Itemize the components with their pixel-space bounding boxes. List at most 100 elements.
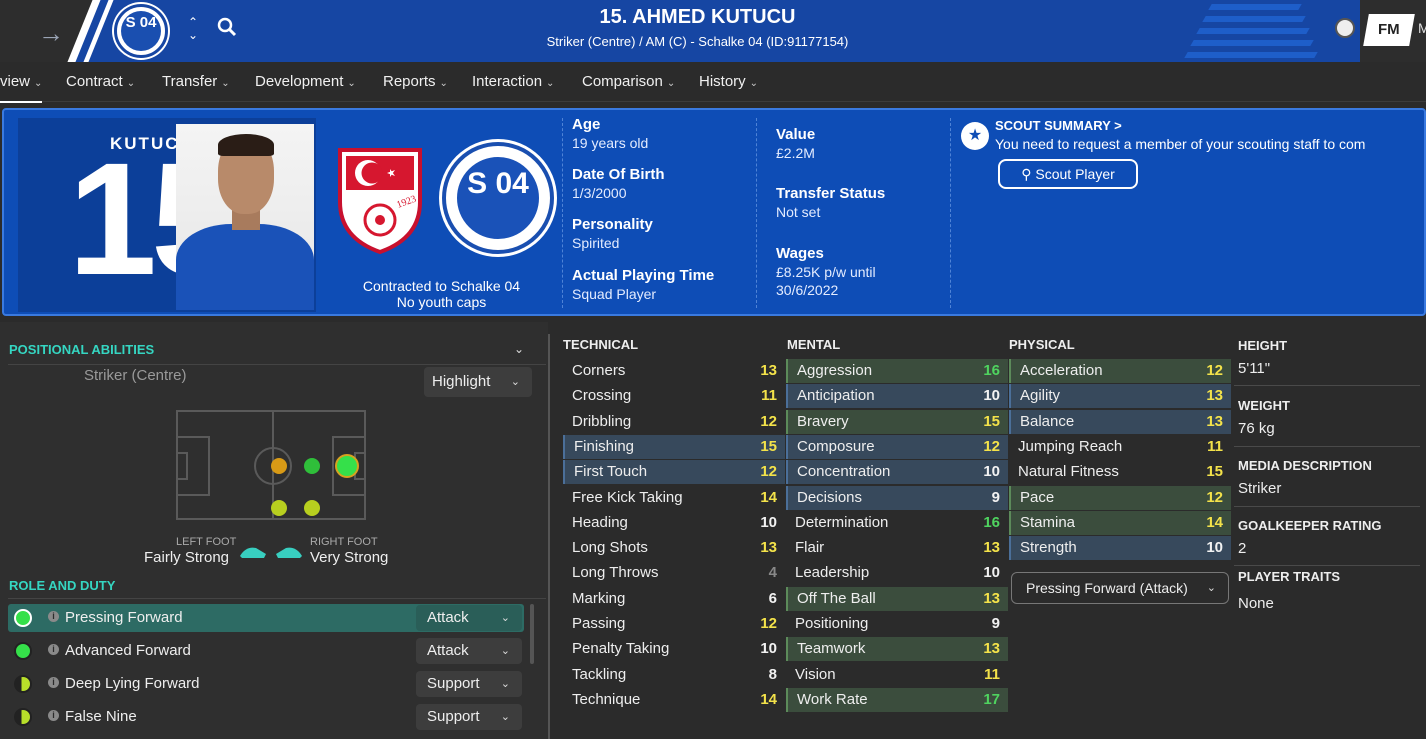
- football-icon[interactable]: [1335, 18, 1355, 38]
- menu-transfer[interactable]: Transfer ⌄: [162, 73, 230, 90]
- search-icon[interactable]: [216, 16, 238, 38]
- menu-development[interactable]: Development ⌄: [255, 73, 356, 90]
- attribute-row[interactable]: Strength 10: [1009, 536, 1231, 561]
- attribute-value: 14: [760, 690, 777, 708]
- attribute-row[interactable]: Pace 12: [1009, 485, 1231, 510]
- attribute-row[interactable]: Crossing 11: [563, 384, 785, 408]
- attribute-row[interactable]: Teamwork 13: [786, 637, 1008, 662]
- chevron-down-icon: ⌄: [500, 612, 510, 624]
- mental-title: MENTAL: [787, 337, 841, 352]
- duty-dropdown[interactable]: Attack ⌄: [416, 638, 522, 664]
- attribute-row[interactable]: Off The Ball 13: [786, 586, 1008, 611]
- attribute-name: Penalty Taking: [572, 640, 670, 658]
- playing-time-label: Actual Playing Time: [572, 267, 715, 284]
- club-badge-large[interactable]: S 04: [442, 142, 554, 254]
- attribute-row[interactable]: Leadership 10: [786, 561, 1008, 585]
- attribute-value: 17: [983, 690, 1000, 708]
- attribute-row[interactable]: Marking 6: [563, 587, 785, 611]
- chevron-down-icon: ⌄: [500, 678, 510, 690]
- menu-cut-label[interactable]: M: [1418, 20, 1426, 36]
- duty-dropdown[interactable]: Attack ⌄: [416, 605, 522, 631]
- attribute-row[interactable]: Positioning 9: [786, 612, 1008, 636]
- attribute-row[interactable]: Vision 11: [786, 663, 1008, 687]
- role-row[interactable]: i Deep Lying Forward Support ⌄: [8, 670, 524, 698]
- attribute-row[interactable]: Balance 13: [1009, 409, 1231, 434]
- attribute-row[interactable]: Anticipation 10: [786, 384, 1008, 409]
- attribute-row[interactable]: Tackling 8: [563, 663, 785, 687]
- attribute-row[interactable]: Concentration 10: [786, 460, 1008, 485]
- info-icon[interactable]: i: [48, 644, 59, 655]
- attribute-row[interactable]: Dribbling 12: [563, 410, 785, 434]
- panel-divider: [548, 334, 550, 739]
- attribute-row[interactable]: Heading 10: [563, 511, 785, 535]
- attribute-row[interactable]: Work Rate 17: [786, 687, 1008, 712]
- menu-comparison[interactable]: Comparison ⌄: [582, 73, 675, 90]
- highlight-dropdown[interactable]: Highlight ⌄: [424, 367, 532, 397]
- scout-summary-link[interactable]: SCOUT SUMMARY >: [995, 118, 1122, 133]
- boots-icon: [240, 547, 302, 558]
- attribute-value: 11: [1207, 437, 1223, 455]
- chevron-down-icon: ⌄: [749, 78, 759, 89]
- attribute-row[interactable]: Passing 12: [563, 612, 785, 636]
- menu-label: Reports: [383, 73, 436, 90]
- attribute-value: 14: [1206, 513, 1223, 531]
- attribute-value: 12: [760, 463, 777, 481]
- forward-arrow-icon[interactable]: →: [38, 18, 64, 49]
- menu-overview[interactable]: view ⌄: [0, 73, 43, 103]
- role-select-dropdown[interactable]: Pressing Forward (Attack) ⌄: [1011, 572, 1229, 604]
- info-icon[interactable]: i: [48, 710, 59, 721]
- attribute-name: Composure: [797, 437, 875, 455]
- fm-logo[interactable]: FM: [1363, 14, 1415, 46]
- attribute-row[interactable]: Bravery 15: [786, 409, 1008, 434]
- attribute-row[interactable]: Determination 16: [786, 511, 1008, 535]
- playing-time-value: Squad Player: [572, 286, 657, 302]
- role-row[interactable]: i Advanced Forward Attack ⌄: [8, 637, 524, 665]
- attribute-row[interactable]: Acceleration 12: [1009, 359, 1231, 383]
- attribute-row[interactable]: Agility 13: [1009, 384, 1231, 409]
- attribute-row[interactable]: Natural Fitness 15: [1009, 460, 1231, 484]
- attribute-row[interactable]: Decisions 9: [786, 485, 1008, 510]
- scout-player-button[interactable]: ⚲ Scout Player: [998, 159, 1138, 189]
- role-row[interactable]: i Pressing Forward Attack ⌄: [8, 604, 524, 632]
- up-down-icon[interactable]: ⌃ ⌄: [188, 16, 198, 42]
- attribute-row[interactable]: Free Kick Taking 14: [563, 486, 785, 510]
- role-row[interactable]: i False Nine Support ⌄: [8, 703, 524, 731]
- height-label: HEIGHT: [1238, 338, 1288, 353]
- turkey-federation-badge[interactable]: 1923: [332, 142, 428, 254]
- player-photo[interactable]: [176, 124, 314, 310]
- attribute-row[interactable]: First Touch 12: [563, 460, 785, 485]
- photo-shirt: [176, 224, 314, 310]
- menu-contract[interactable]: Contract ⌄: [66, 73, 135, 90]
- attribute-row[interactable]: Penalty Taking 10: [563, 637, 785, 661]
- attribute-value: 11: [761, 387, 777, 405]
- scout-summary-text: You need to request a member of your sco…: [995, 136, 1366, 152]
- transfer-status-field: Transfer Status Not set: [776, 185, 885, 220]
- attribute-value: 11: [984, 665, 1000, 683]
- club-badge-small[interactable]: S 04: [114, 4, 168, 58]
- duty-dropdown[interactable]: Support ⌄: [416, 704, 522, 730]
- player-header: → S 04 ⌃ ⌄ 15. AHMED KUTUCU Striker (Cent…: [0, 0, 1426, 62]
- chevron-down-icon: ⌄: [510, 376, 520, 388]
- attribute-row[interactable]: Long Shots 13: [563, 536, 785, 560]
- attribute-row[interactable]: Technique 14: [563, 688, 785, 712]
- collapse-chevron-icon[interactable]: ⌄: [514, 342, 524, 356]
- attribute-row[interactable]: Corners 13: [563, 359, 785, 383]
- menu-reports[interactable]: Reports ⌄: [383, 73, 448, 90]
- chevron-down-icon: ⌄: [500, 645, 510, 657]
- attribute-name: Tackling: [572, 665, 627, 683]
- menu-interaction[interactable]: Interaction ⌄: [472, 73, 554, 90]
- chevron-down-icon: ⌄: [347, 78, 356, 89]
- attribute-row[interactable]: Finishing 15: [563, 434, 785, 459]
- duty-dropdown[interactable]: Support ⌄: [416, 671, 522, 697]
- menu-history[interactable]: History ⌄: [699, 73, 758, 90]
- attribute-row[interactable]: Jumping Reach 11: [1009, 435, 1231, 459]
- attribute-row[interactable]: Flair 13: [786, 536, 1008, 560]
- scrollbar[interactable]: [530, 604, 534, 664]
- attribute-row[interactable]: Composure 12: [786, 434, 1008, 459]
- info-icon[interactable]: i: [48, 677, 59, 688]
- attribute-row[interactable]: Aggression 16: [786, 359, 1008, 383]
- attribute-row[interactable]: Stamina 14: [1009, 510, 1231, 535]
- attribute-row[interactable]: Long Throws 4: [563, 561, 785, 585]
- attribute-value: 16: [983, 362, 1000, 379]
- info-icon[interactable]: i: [48, 611, 59, 622]
